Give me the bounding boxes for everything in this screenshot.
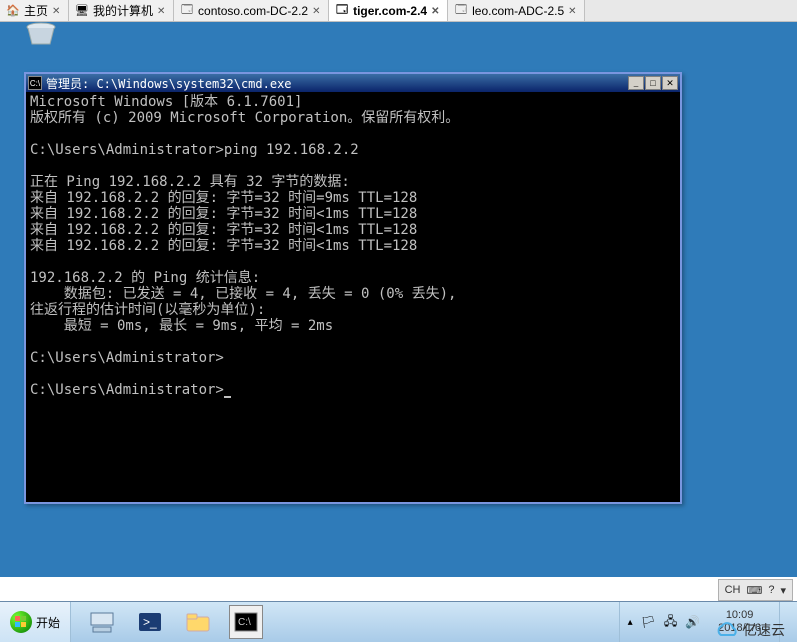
tab-label: leo.com-ADC-2.5 bbox=[472, 4, 564, 18]
cmd-line: 正在 Ping 192.168.2.2 具有 32 字节的数据: bbox=[30, 174, 350, 190]
start-label: 开始 bbox=[36, 614, 60, 631]
close-icon[interactable]: ✕ bbox=[568, 6, 578, 16]
taskbar: 开始 >_ C:\ ▴ 🏳 🖧 🔊 10:09 2018/1/6 bbox=[0, 601, 797, 642]
guest-desktop[interactable]: C:\ 管理员: C:\Windows\system32\cmd.exe _ □… bbox=[0, 22, 797, 577]
vm-tab-strip: 🏠 主页 ✕ 🖥 我的计算机 ✕ 🗔 contoso.com-DC-2.2 ✕ … bbox=[0, 0, 797, 22]
ime-language-bar[interactable]: CH ⌨ ? ▾ bbox=[718, 579, 793, 601]
tab-tiger[interactable]: 🗔 tiger.com-2.4 ✕ bbox=[329, 0, 448, 21]
cmd-line: Microsoft Windows [版本 6.1.7601] bbox=[30, 94, 302, 110]
ime-language[interactable]: CH bbox=[725, 584, 741, 596]
close-icon[interactable]: ✕ bbox=[312, 6, 322, 16]
cmd-line: C:\Users\Administrator> bbox=[30, 350, 224, 366]
monitor-icon: 🖥 bbox=[75, 4, 89, 18]
cmd-window: C:\ 管理员: C:\Windows\system32\cmd.exe _ □… bbox=[24, 72, 682, 504]
action-center-icon[interactable]: 🏳 bbox=[641, 615, 656, 629]
start-button[interactable]: 开始 bbox=[0, 602, 71, 642]
cmd-line: C:\Users\Administrator> bbox=[30, 382, 224, 398]
close-button[interactable]: ✕ bbox=[662, 76, 678, 90]
tab-my-computer[interactable]: 🖥 我的计算机 ✕ bbox=[69, 0, 174, 21]
cmd-output[interactable]: Microsoft Windows [版本 6.1.7601] 版权所有 (c)… bbox=[26, 92, 680, 502]
cmd-line: 来自 192.168.2.2 的回复: 字节=32 时间<1ms TTL=128 bbox=[30, 238, 417, 254]
watermark: 亿速云 bbox=[709, 618, 791, 642]
cmd-line: 来自 192.168.2.2 的回复: 字节=32 时间<1ms TTL=128 bbox=[30, 222, 417, 238]
cmd-line: 来自 192.168.2.2 的回复: 字节=32 时间<1ms TTL=128 bbox=[30, 206, 417, 222]
vm-icon: 🗔 bbox=[335, 4, 349, 18]
cmd-taskbar-button[interactable]: C:\ bbox=[229, 605, 263, 639]
server-manager-icon[interactable] bbox=[85, 605, 119, 639]
cmd-line: C:\Users\Administrator>ping 192.168.2.2 bbox=[30, 142, 359, 158]
cmd-line: 往返行程的估计时间(以毫秒为单位): bbox=[30, 302, 265, 318]
cmd-line: 数据包: 已发送 = 4, 已接收 = 4, 丢失 = 0 (0% 丢失), bbox=[30, 286, 456, 302]
taskbar-pinned: >_ C:\ bbox=[71, 605, 277, 639]
vm-icon: 🗔 bbox=[454, 4, 468, 18]
cmd-sysmenu-icon[interactable]: C:\ bbox=[28, 76, 42, 90]
cmd-titlebar[interactable]: C:\ 管理员: C:\Windows\system32\cmd.exe _ □… bbox=[26, 74, 680, 92]
tab-label: tiger.com-2.4 bbox=[353, 4, 427, 18]
maximize-button[interactable]: □ bbox=[645, 76, 661, 90]
network-icon[interactable]: 🖧 bbox=[664, 612, 677, 633]
tray-expand-icon[interactable]: ▴ bbox=[628, 617, 633, 628]
tab-home[interactable]: 🏠 主页 ✕ bbox=[0, 0, 69, 21]
tab-leo[interactable]: 🗔 leo.com-ADC-2.5 ✕ bbox=[448, 0, 585, 21]
svg-text:C:\: C:\ bbox=[238, 617, 251, 628]
cmd-line: 版权所有 (c) 2009 Microsoft Corporation。保留所有… bbox=[30, 110, 459, 126]
watermark-text: 亿速云 bbox=[743, 620, 785, 640]
recycle-bin-icon[interactable] bbox=[22, 22, 60, 46]
cmd-window-title: 管理员: C:\Windows\system32\cmd.exe bbox=[46, 75, 628, 92]
minimize-button[interactable]: _ bbox=[628, 76, 644, 90]
tab-label: 我的计算机 bbox=[93, 2, 153, 19]
help-icon[interactable]: ? bbox=[768, 584, 774, 596]
svg-text:>_: >_ bbox=[143, 615, 157, 629]
cmd-line: 来自 192.168.2.2 的回复: 字节=32 时间=9ms TTL=128 bbox=[30, 190, 417, 206]
cmd-line: 192.168.2.2 的 Ping 统计信息: bbox=[30, 270, 260, 286]
vm-icon: 🗔 bbox=[180, 4, 194, 18]
tab-label: contoso.com-DC-2.2 bbox=[198, 4, 308, 18]
chevron-down-icon[interactable]: ▾ bbox=[780, 584, 786, 597]
volume-icon[interactable]: 🔊 bbox=[685, 615, 700, 629]
keyboard-icon[interactable]: ⌨ bbox=[746, 584, 762, 597]
cmd-cursor bbox=[224, 396, 231, 398]
close-icon[interactable]: ✕ bbox=[157, 6, 167, 16]
explorer-icon[interactable] bbox=[181, 605, 215, 639]
tab-label: 主页 bbox=[24, 2, 48, 19]
home-icon: 🏠 bbox=[6, 4, 20, 18]
window-buttons: _ □ ✕ bbox=[628, 76, 678, 90]
cloud-icon bbox=[715, 621, 739, 639]
windows-logo-icon bbox=[10, 611, 32, 633]
cmd-line: 最短 = 0ms, 最长 = 9ms, 平均 = 2ms bbox=[30, 318, 333, 334]
close-icon[interactable]: ✕ bbox=[431, 6, 441, 16]
close-icon[interactable]: ✕ bbox=[52, 6, 62, 16]
powershell-icon[interactable]: >_ bbox=[133, 605, 167, 639]
tab-contoso[interactable]: 🗔 contoso.com-DC-2.2 ✕ bbox=[174, 0, 329, 21]
